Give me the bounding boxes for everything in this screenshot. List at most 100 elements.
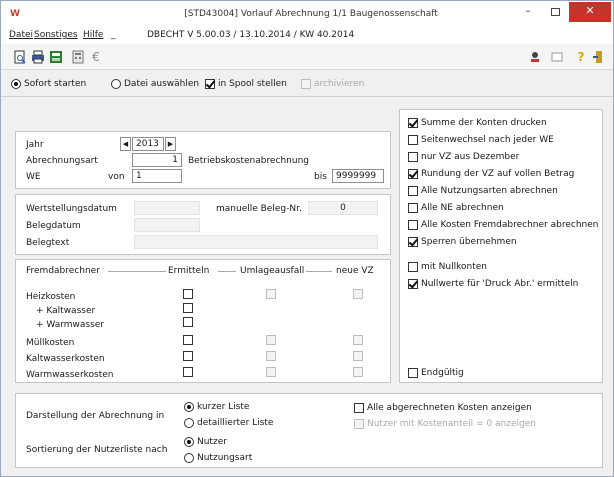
mit-nullkonten-label: mit Nullkonten xyxy=(421,262,487,272)
summe-konten-label: Summe der Konten drucken xyxy=(421,118,547,128)
heizkosten-umlageausfall-checkbox[interactable] xyxy=(266,289,276,299)
user-icon[interactable] xyxy=(528,50,542,64)
manuelle-beleg-field[interactable]: 0 xyxy=(308,201,378,215)
alle-kosten-anzeigen-label: Alle abgerechneten Kosten anzeigen xyxy=(367,403,532,413)
nullwerte-checkbox[interactable] xyxy=(408,279,418,289)
datei-auswaehlen-label: Datei auswählen xyxy=(124,79,200,89)
belegdatum-field[interactable] xyxy=(134,218,200,232)
header-divider xyxy=(218,271,236,272)
nutzer-kostenanteil-checkbox[interactable] xyxy=(354,419,364,429)
umlageausfall-header: Umlageausfall xyxy=(240,266,305,276)
nullwerte-label: Nullwerte für 'Druck Abr.' ermitteln xyxy=(421,279,579,289)
belegtext-label: Belegtext xyxy=(26,238,70,248)
jahr-field[interactable]: 2013 xyxy=(132,137,164,151)
abrechnungsart-label: Abrechnungsart xyxy=(26,156,98,166)
calculator-icon[interactable] xyxy=(71,50,85,64)
we-von-field[interactable]: 1 xyxy=(132,169,182,183)
heizkosten-neue-vz-checkbox[interactable] xyxy=(353,289,363,299)
warmwasser-label: + Warmwasser xyxy=(36,320,105,330)
endgueltig-label: Endgültig xyxy=(421,368,464,378)
close-button[interactable]: ✕ xyxy=(569,2,611,22)
nur-vz-dezember-checkbox[interactable] xyxy=(408,152,418,162)
jahr-increase-button[interactable]: ▶ xyxy=(165,137,176,151)
kurzer-liste-radio[interactable] xyxy=(184,402,194,412)
sofort-starten-radio[interactable] xyxy=(11,79,21,89)
alle-kosten-fremd-checkbox[interactable] xyxy=(408,220,418,230)
euro-icon[interactable]: € xyxy=(89,50,103,64)
help-icon[interactable]: ? xyxy=(574,50,588,64)
jahr-label: Jahr xyxy=(26,140,44,150)
alle-kosten-anzeigen-checkbox[interactable] xyxy=(354,403,364,413)
menu-bar: Datei Sonstiges Hilfe _ DBECHT V 5.00.03… xyxy=(1,28,613,44)
muellkosten-ermitteln-checkbox[interactable] xyxy=(183,335,193,345)
rundung-vz-checkbox[interactable] xyxy=(408,169,418,179)
menu-sonstiges[interactable]: Sonstiges xyxy=(34,30,78,40)
maximize-icon xyxy=(550,8,560,16)
bis-label: bis xyxy=(314,172,327,182)
beleg-panel: Wertstellungsdatum manuelle Beleg-Nr. 0 … xyxy=(15,194,391,255)
wertstellungsdatum-field[interactable] xyxy=(134,201,200,215)
belegtext-field[interactable] xyxy=(134,235,378,249)
kaltwasserkosten-label: Kaltwasserkosten xyxy=(26,354,105,364)
seitenwechsel-checkbox[interactable] xyxy=(408,135,418,145)
alle-nutzungsarten-checkbox[interactable] xyxy=(408,186,418,196)
jahr-decrease-button[interactable]: ◀ xyxy=(120,137,131,151)
fremdabrechner-panel: Fremdabrechner Ermitteln Umlageausfall n… xyxy=(15,259,391,383)
sperren-uebernehmen-checkbox[interactable] xyxy=(408,237,418,247)
archivieren-checkbox[interactable] xyxy=(301,79,311,89)
warmwasser-ermitteln-checkbox[interactable] xyxy=(183,317,193,327)
detaillierter-liste-radio[interactable] xyxy=(184,418,194,428)
nutzungsart-radio[interactable] xyxy=(184,453,194,463)
muellkosten-umlageausfall-checkbox[interactable] xyxy=(266,335,276,345)
menu-extra[interactable]: _ xyxy=(111,30,116,40)
app-icon: W xyxy=(10,9,20,19)
menu-hilfe[interactable]: Hilfe xyxy=(83,30,103,40)
we-bis-field[interactable]: 9999999 xyxy=(332,169,384,183)
detaillierter-liste-label: detaillierter Liste xyxy=(197,418,274,428)
we-label: WE xyxy=(26,172,41,182)
muellkosten-neue-vz-checkbox[interactable] xyxy=(353,335,363,345)
datei-auswaehlen-radio[interactable] xyxy=(111,79,121,89)
menu-datei[interactable]: Datei xyxy=(9,30,33,40)
header-divider xyxy=(306,271,332,272)
folder-icon[interactable] xyxy=(550,50,564,64)
darstellung-panel: Darstellung der Abrechnung in kurzer Lis… xyxy=(15,393,603,468)
mit-nullkonten-checkbox[interactable] xyxy=(408,262,418,272)
archivieren-label: archivieren xyxy=(314,79,365,89)
sortierung-label: Sortierung der Nutzerliste nach xyxy=(26,445,168,455)
kaltwasserkosten-umlageausfall-checkbox[interactable] xyxy=(266,351,276,361)
print-options-panel: Summe der Konten drucken Seitenwechsel n… xyxy=(399,109,603,383)
warmwasserkosten-neue-vz-checkbox[interactable] xyxy=(353,367,363,377)
warmwasserkosten-umlageausfall-checkbox[interactable] xyxy=(266,367,276,377)
kaltwasserkosten-ermitteln-checkbox[interactable] xyxy=(183,351,193,361)
title-bar: W [STD43004] Vorlauf Abrechnung 1/1 Baug… xyxy=(1,1,613,28)
in-spool-checkbox[interactable] xyxy=(205,79,215,89)
fremdabrechner-header: Fremdabrechner xyxy=(26,266,100,276)
exit-icon[interactable] xyxy=(592,50,606,64)
selection-panel: Jahr ◀ 2013 ▶ Abrechnungsart 1 Betriebsk… xyxy=(15,131,391,189)
nutzungsart-label: Nutzungsart xyxy=(197,453,253,463)
minimize-button[interactable]: – xyxy=(515,2,541,22)
kaltwasser-ermitteln-checkbox[interactable] xyxy=(183,303,193,313)
nutzer-kostenanteil-label: Nutzer mit Kostenanteil = 0 anzeigen xyxy=(367,419,536,429)
summe-konten-checkbox[interactable] xyxy=(408,118,418,128)
neue-vz-header: neue VZ xyxy=(336,266,374,276)
spool-icon[interactable] xyxy=(49,50,63,64)
nutzer-radio[interactable] xyxy=(184,437,194,447)
kurzer-liste-label: kurzer Liste xyxy=(197,402,250,412)
warmwasserkosten-ermitteln-checkbox[interactable] xyxy=(183,367,193,377)
seitenwechsel-label: Seitenwechsel nach jeder WE xyxy=(421,135,554,145)
nutzer-label: Nutzer xyxy=(197,437,227,447)
endgueltig-checkbox[interactable] xyxy=(408,368,418,378)
toolbar: € ? xyxy=(1,44,613,70)
abrechnungsart-text: Betriebskostenabrechnung xyxy=(188,156,309,166)
wertstellungsdatum-label: Wertstellungsdatum xyxy=(26,204,117,214)
rundung-vz-label: Rundung der VZ auf vollen Betrag xyxy=(421,169,575,179)
print-icon[interactable] xyxy=(31,50,45,64)
maximize-button[interactable] xyxy=(542,2,568,22)
print-preview-icon[interactable] xyxy=(13,50,27,64)
abrechnungsart-field[interactable]: 1 xyxy=(132,153,182,167)
heizkosten-ermitteln-checkbox[interactable] xyxy=(183,289,193,299)
kaltwasserkosten-neue-vz-checkbox[interactable] xyxy=(353,351,363,361)
alle-ne-checkbox[interactable] xyxy=(408,203,418,213)
